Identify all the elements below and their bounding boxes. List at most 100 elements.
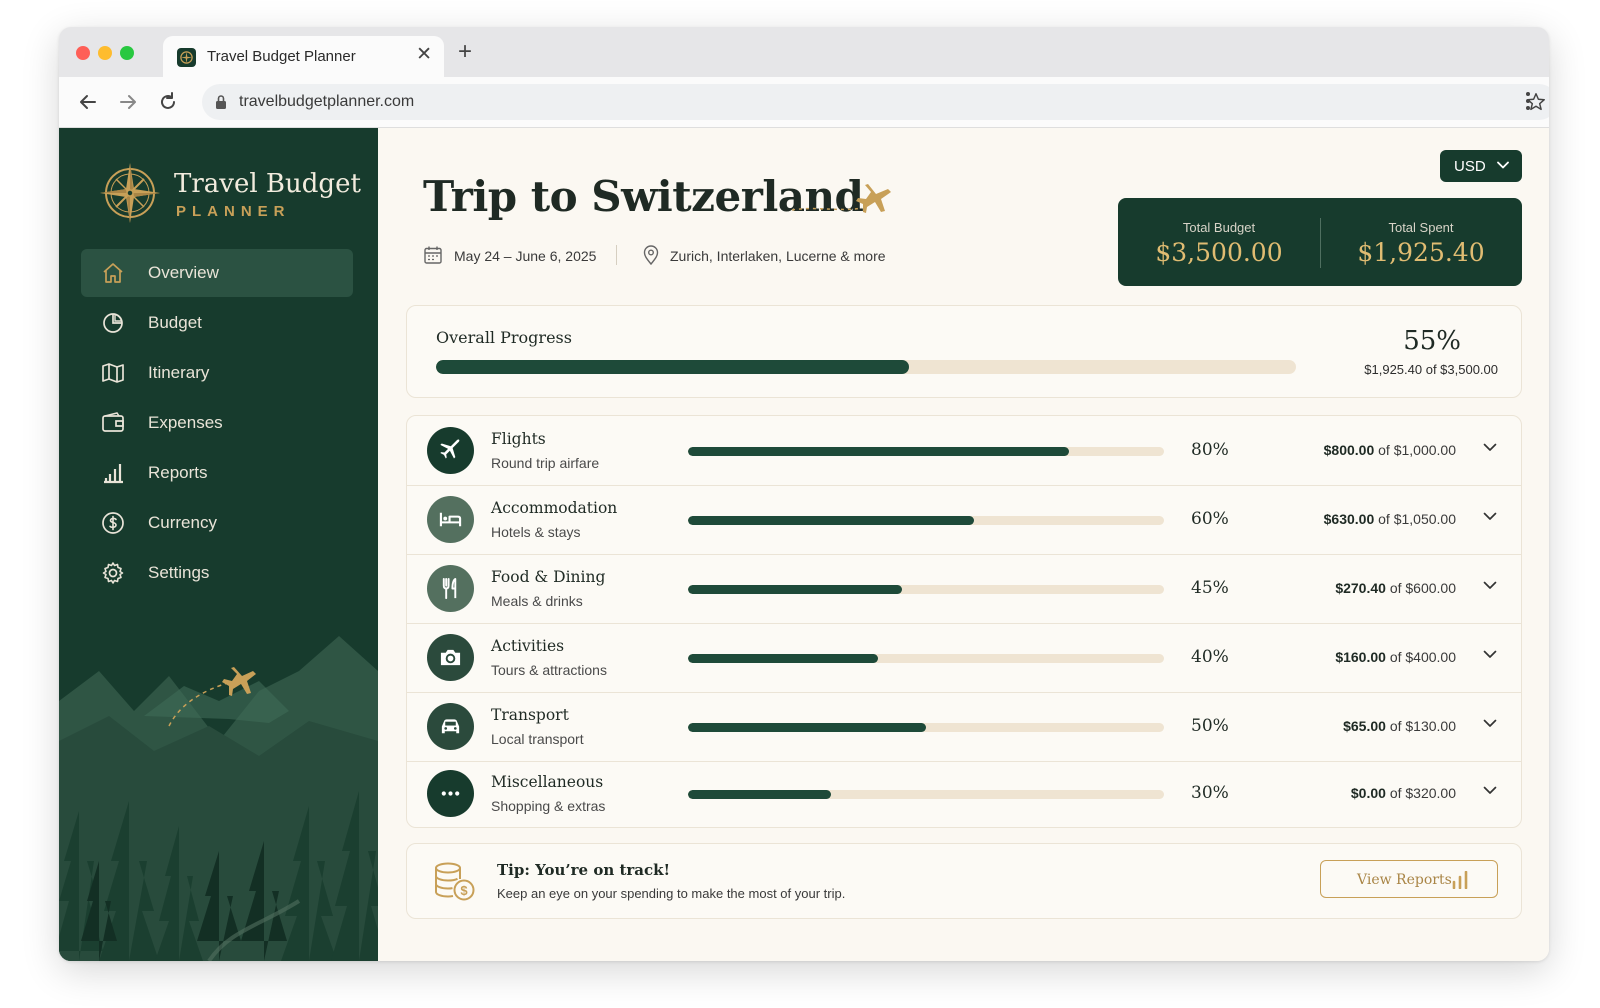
category-progress-track xyxy=(688,723,1164,732)
sidebar: Travel Budget PLANNER Overview Budget It… xyxy=(59,128,378,961)
tab-title: Travel Budget Planner xyxy=(207,48,356,65)
totals-card: Total Budget $3,500.00 Total Spent $1,92… xyxy=(1118,198,1522,286)
lock-icon xyxy=(214,94,228,115)
tip-text: Keep an eye on your spending to make the… xyxy=(497,886,846,901)
category-total: of $1,000.00 xyxy=(1378,442,1456,458)
chevron-down-icon[interactable] xyxy=(1483,443,1497,452)
category-row-activities[interactable]: Activities Tours & attractions 40% $160.… xyxy=(407,623,1521,693)
chevron-down-icon xyxy=(1497,161,1509,169)
plane-trail-icon xyxy=(791,184,891,213)
view-reports-label: View Reports xyxy=(1357,872,1452,888)
mountain-forest-illustration xyxy=(59,636,378,961)
pie-chart-icon xyxy=(103,313,123,333)
category-icon-badge xyxy=(427,770,474,817)
sidebar-item-label: Budget xyxy=(148,313,202,332)
sidebar-item-overview[interactable]: Overview xyxy=(81,249,353,297)
category-percent: 40% xyxy=(1191,647,1229,667)
sidebar-item-label: Reports xyxy=(148,463,208,482)
bed-icon xyxy=(439,512,462,527)
sidebar-item-itinerary[interactable]: Itinerary xyxy=(81,349,353,397)
currency-dropdown[interactable]: USD xyxy=(1440,150,1522,182)
close-window-button[interactable] xyxy=(76,46,90,60)
category-row-accommodation[interactable]: Accommodation Hotels & stays 60% $630.00… xyxy=(407,485,1521,555)
category-progress-fill xyxy=(688,447,1069,456)
url-text: travelbudgetplanner.com xyxy=(239,93,415,110)
overall-progress-fill xyxy=(436,360,909,374)
sidebar-item-expenses[interactable]: Expenses xyxy=(81,399,353,447)
main-content: USD Trip to Switzerland May 24 – June 6,… xyxy=(378,128,1549,961)
map-icon xyxy=(102,363,124,383)
category-row-flights[interactable]: Flights Round trip airfare 80% $800.00 o… xyxy=(407,416,1521,486)
category-amount: $65.00 of $130.00 xyxy=(1343,718,1456,734)
calendar-icon xyxy=(424,246,442,264)
chevron-down-icon[interactable] xyxy=(1483,581,1497,590)
sidebar-item-settings[interactable]: Settings xyxy=(81,549,353,597)
category-percent: 30% xyxy=(1191,783,1229,803)
category-amount: $160.00 of $400.00 xyxy=(1335,649,1456,665)
sidebar-item-label: Itinerary xyxy=(148,363,210,382)
category-total: of $130.00 xyxy=(1389,718,1456,734)
address-bar[interactable]: travelbudgetplanner.com xyxy=(202,84,1549,120)
total-budget-label: Total Budget xyxy=(1182,220,1256,235)
overall-progress-card: Overall Progress 55% $1,925.40 of $3,500… xyxy=(406,305,1522,398)
trip-dates: May 24 – June 6, 2025 xyxy=(454,248,597,264)
category-progress-track xyxy=(688,585,1164,594)
reload-icon[interactable] xyxy=(155,89,181,115)
category-icon-badge xyxy=(427,565,474,612)
total-budget-value: $3,500.00 xyxy=(1155,238,1283,267)
bar-chart-icon xyxy=(104,464,123,484)
tab-bar: Travel Budget Planner ✕ + xyxy=(59,27,1549,77)
chevron-down-icon[interactable] xyxy=(1483,512,1497,521)
browser-menu-icon[interactable] xyxy=(1525,91,1531,116)
chevron-down-icon[interactable] xyxy=(1483,650,1497,659)
category-progress-fill xyxy=(688,516,974,525)
category-progress-fill xyxy=(688,723,926,732)
utensils-icon xyxy=(442,577,457,600)
category-row-miscellaneous[interactable]: Miscellaneous Shopping & extras 30% $0.0… xyxy=(407,761,1521,827)
browser-tab[interactable]: Travel Budget Planner ✕ xyxy=(163,36,444,77)
sidebar-item-reports[interactable]: Reports xyxy=(81,449,353,497)
category-progress-fill xyxy=(688,585,903,594)
category-description: Meals & drinks xyxy=(491,593,583,609)
category-progress-fill xyxy=(688,790,831,799)
category-name: Accommodation xyxy=(491,499,618,517)
car-icon xyxy=(441,719,460,734)
category-amount: $0.00 of $320.00 xyxy=(1351,785,1456,801)
sidebar-item-label: Overview xyxy=(148,263,219,282)
chevron-down-icon[interactable] xyxy=(1483,719,1497,728)
minimize-window-button[interactable] xyxy=(98,46,112,60)
brand-subtitle: PLANNER xyxy=(176,203,291,220)
favicon-icon xyxy=(177,48,196,67)
category-icon-badge xyxy=(427,427,474,474)
new-tab-button[interactable]: + xyxy=(458,40,472,64)
category-row-transport[interactable]: Transport Local transport 50% $65.00 of … xyxy=(407,692,1521,762)
category-percent: 60% xyxy=(1191,509,1229,529)
category-total: of $400.00 xyxy=(1389,649,1456,665)
category-amount: $270.40 of $600.00 xyxy=(1335,580,1456,596)
forward-icon[interactable] xyxy=(115,89,141,115)
close-tab-icon[interactable]: ✕ xyxy=(416,45,432,65)
category-percent: 50% xyxy=(1191,716,1229,736)
category-total: of $1,050.00 xyxy=(1378,511,1456,527)
category-progress-track xyxy=(688,447,1164,456)
category-spent: $270.40 xyxy=(1335,580,1386,596)
total-spent-label: Total Spent xyxy=(1388,220,1454,235)
sidebar-item-budget[interactable]: Budget xyxy=(81,299,353,347)
camera-icon xyxy=(440,649,461,666)
meta-divider xyxy=(616,245,617,265)
overall-progress-label: Overall Progress xyxy=(436,328,572,347)
maximize-window-button[interactable] xyxy=(120,46,134,60)
back-icon[interactable] xyxy=(75,89,101,115)
sidebar-item-currency[interactable]: Currency xyxy=(81,499,353,547)
chevron-down-icon[interactable] xyxy=(1483,786,1497,795)
category-row-food-dining[interactable]: Food & Dining Meals & drinks 45% $270.40… xyxy=(407,554,1521,624)
category-name: Transport xyxy=(491,706,569,724)
wallet-icon xyxy=(102,412,124,432)
sidebar-item-label: Currency xyxy=(148,513,217,532)
svg-text:$: $ xyxy=(460,883,468,898)
category-spent: $0.00 xyxy=(1350,785,1386,801)
bar-chart-icon xyxy=(1452,871,1468,889)
view-reports-button[interactable]: View Reports xyxy=(1320,860,1498,898)
gear-icon xyxy=(102,562,124,584)
sidebar-item-label: Expenses xyxy=(148,413,223,432)
